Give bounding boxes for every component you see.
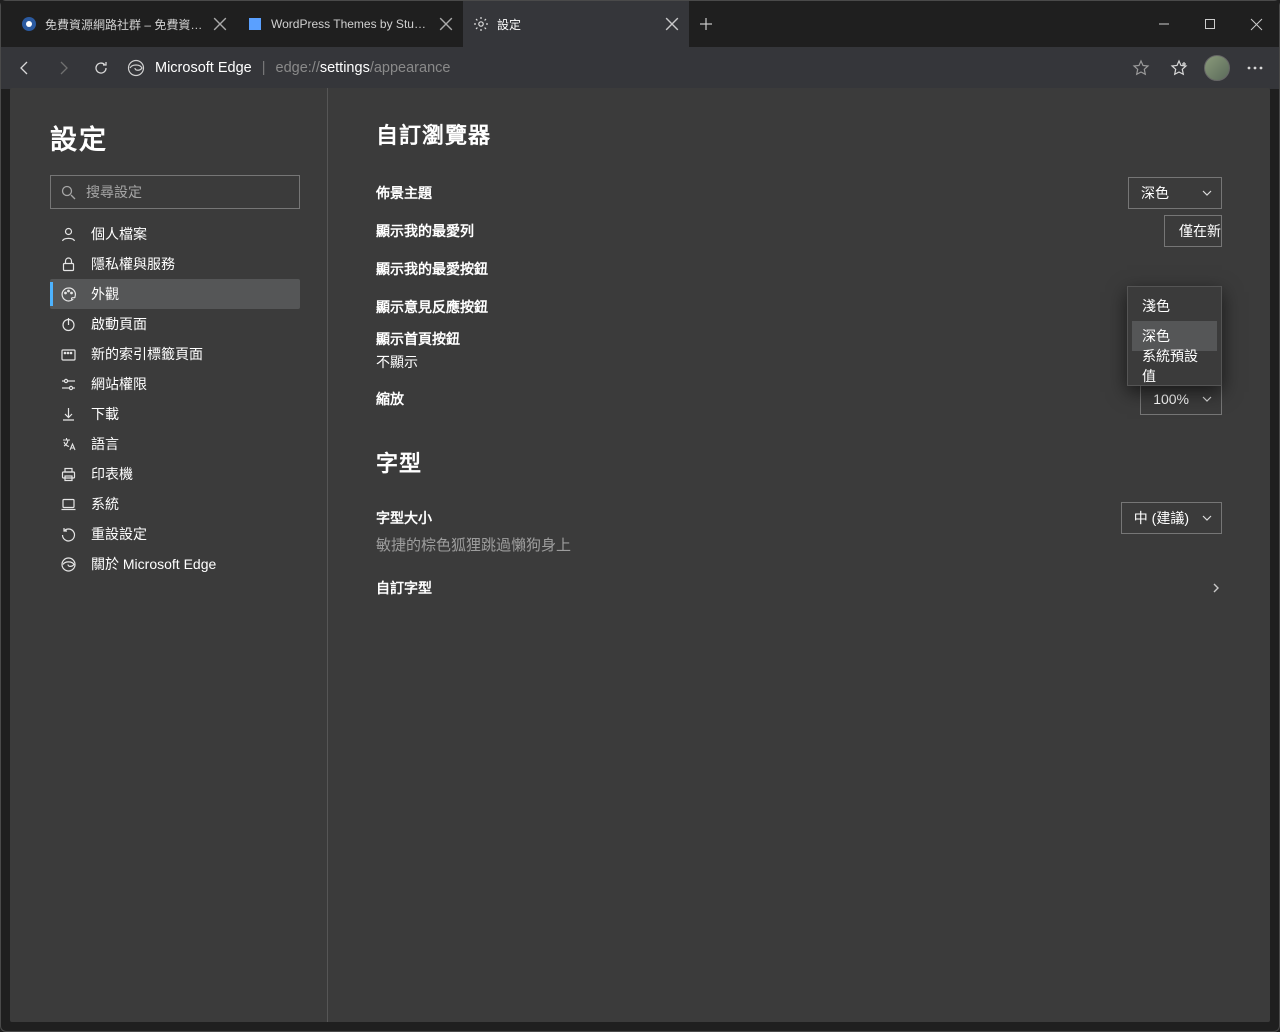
theme-dropdown[interactable]: 深色 [1128,177,1222,209]
row-custom-fonts[interactable]: 自訂字型 [376,569,1222,607]
nav-startup[interactable]: 啟動頁面 [50,309,300,339]
nav-newtab[interactable]: 新的索引標籤頁面 [50,339,300,369]
chevron-right-icon [1210,582,1222,594]
search-icon [61,185,76,200]
nav-about[interactable]: 關於 Microsoft Edge [50,549,300,579]
edge-icon [60,556,77,573]
avatar [1204,55,1230,81]
download-icon [60,406,77,423]
search-input[interactable] [86,184,289,200]
more-menu-button[interactable] [1237,50,1273,86]
nav-appearance[interactable]: 外觀 [50,279,300,309]
refresh-button[interactable] [83,50,119,86]
titlebar: 免費資源網路社群 – 免費資源指南… WordPress Themes by S… [1,1,1279,47]
toolbar: Microsoft Edge | edge://settings/appeara… [1,47,1279,89]
custom-fonts-label: 自訂字型 [376,578,1210,598]
font-sample-text: 敏捷的棕色狐狸跳過懶狗身上 [376,534,1222,555]
theme-option-system[interactable]: 系統預設值 [1132,351,1217,381]
settings-search[interactable] [50,175,300,209]
address-url: edge://settings/appearance [276,60,451,76]
nav-language[interactable]: 語言 [50,429,300,459]
row-theme: 佈景主題 深色 [376,174,1222,212]
row-font-size: 字型大小 中 (建議) [376,502,1222,534]
nav-system[interactable]: 系統 [50,489,300,519]
home-button-label: 顯示首頁按鈕 [376,329,1182,349]
address-label: Microsoft Edge [155,60,252,76]
nav-reset[interactable]: 重設設定 [50,519,300,549]
browser-tab[interactable]: WordPress Themes by StudioPres… [237,1,463,47]
printer-icon [60,466,77,483]
feedback-button-label: 顯示意見反應按鈕 [376,297,1182,317]
address-bar[interactable]: Microsoft Edge | edge://settings/appeara… [121,52,1121,84]
new-tab-button[interactable] [689,1,723,47]
close-icon[interactable] [439,17,453,31]
tab-title: 免費資源網路社群 – 免費資源指南… [45,16,205,33]
theme-dropdown-menu: 淺色 深色 系統預設值 [1127,286,1222,386]
nav-downloads[interactable]: 下載 [50,399,300,429]
font-size-label: 字型大小 [376,508,1121,528]
sliders-icon [60,376,77,393]
home-button-sub: 不顯示 [376,352,1222,372]
browser-tab[interactable]: 免費資源網路社群 – 免費資源指南… [11,1,237,47]
favorites-button-label: 顯示我的最愛按鈕 [376,259,1222,279]
tabstrip: 免費資源網路社群 – 免費資源指南… WordPress Themes by S… [1,1,1141,47]
favorites-bar-dropdown[interactable]: 僅在新索引標籤上 [1164,215,1222,247]
reset-icon [60,526,77,543]
row-favorites-bar: 顯示我的最愛列 僅在新索引標籤上 [376,212,1222,250]
palette-icon [60,286,77,303]
zoom-label: 縮放 [376,389,1140,409]
settings-main: 自訂瀏覽器 佈景主題 深色 顯示我的最愛列 僅在新索引標籤上 顯示我的最愛按鈕 … [328,88,1270,1022]
row-favorites-button: 顯示我的最愛按鈕 [376,250,1222,288]
zoom-dropdown[interactable]: 100% [1140,383,1222,415]
power-icon [60,316,77,333]
forward-button[interactable] [45,50,81,86]
tab-title: WordPress Themes by StudioPres… [271,17,431,31]
close-icon[interactable] [213,17,227,31]
profile-avatar-button[interactable] [1199,50,1235,86]
settings-nav: 個人檔案 隱私權與服務 外觀 啟動頁面 新的索引標籤頁面 網站權限 下載 語言 … [50,219,313,579]
chevron-down-icon [1201,512,1213,524]
lock-icon [60,256,77,273]
chevron-down-icon [1201,187,1213,199]
row-home-button: 顯示首頁按鈕 [376,326,1222,352]
gear-icon [473,16,489,32]
laptop-icon [60,496,77,513]
nav-printer[interactable]: 印表機 [50,459,300,489]
section-customize-browser: 自訂瀏覽器 [376,118,1222,150]
maximize-button[interactable] [1187,1,1233,47]
theme-label: 佈景主題 [376,183,1128,203]
nav-privacy[interactable]: 隱私權與服務 [50,249,300,279]
row-zoom: 縮放 100% [376,380,1222,418]
page-title: 設定 [50,118,313,157]
nav-profile[interactable]: 個人檔案 [50,219,300,249]
favorites-bar-label: 顯示我的最愛列 [376,221,1164,241]
favicon-generic-icon [247,16,263,32]
language-icon [60,436,77,453]
favorite-outline-icon[interactable] [1123,50,1159,86]
chevron-down-icon [1201,393,1213,405]
section-fonts: 字型 [376,446,1222,478]
tab-icon [60,346,77,363]
back-button[interactable] [7,50,43,86]
address-separator: | [262,60,266,76]
edge-logo-icon [127,59,145,77]
minimize-button[interactable] [1141,1,1187,47]
nav-site-permissions[interactable]: 網站權限 [50,369,300,399]
close-window-button[interactable] [1233,1,1279,47]
row-feedback-button: 顯示意見反應按鈕 [376,288,1222,326]
settings-page: 設定 個人檔案 隱私權與服務 外觀 啟動頁面 新的索引標籤頁面 網站權限 下載 … [10,88,1270,1022]
settings-sidebar: 設定 個人檔案 隱私權與服務 外觀 啟動頁面 新的索引標籤頁面 網站權限 下載 … [10,88,328,1022]
browser-tab-active[interactable]: 設定 [463,1,689,47]
theme-option-light[interactable]: 淺色 [1132,291,1217,321]
favorites-button[interactable] [1161,50,1197,86]
window-controls [1141,1,1279,47]
tab-title: 設定 [497,16,657,33]
font-size-dropdown[interactable]: 中 (建議) [1121,502,1222,534]
favicon-generic-icon [21,16,37,32]
close-icon[interactable] [665,17,679,31]
person-icon [60,226,77,243]
